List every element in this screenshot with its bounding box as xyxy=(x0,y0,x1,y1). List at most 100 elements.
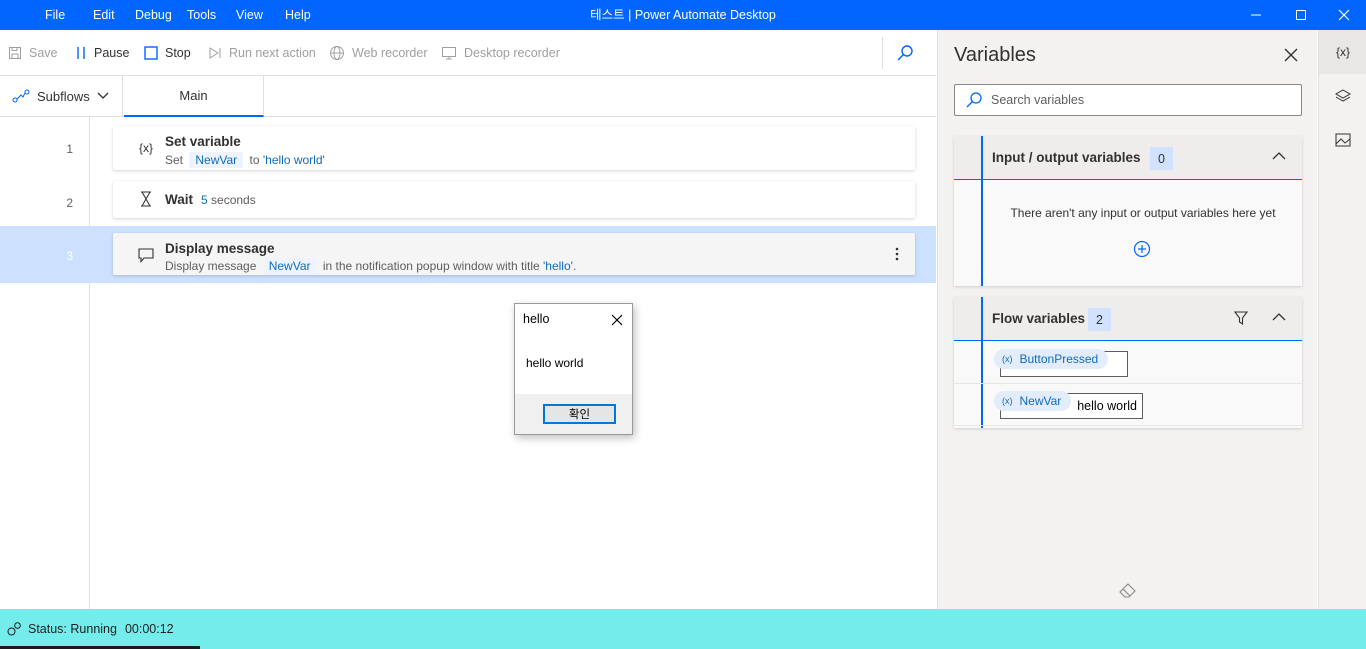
variable-icon: (x) xyxy=(1002,354,1013,364)
io-count-badge: 0 xyxy=(1150,147,1173,170)
desc-text: in the notification popup window with ti… xyxy=(322,259,540,273)
status-label: Status: Running xyxy=(28,622,117,636)
search-actions-button[interactable] xyxy=(896,30,914,75)
pause-button[interactable]: Pause xyxy=(75,30,129,75)
variable-icon: {x} xyxy=(138,141,153,155)
variable-icon: (x) xyxy=(1002,396,1013,406)
maximize-button[interactable] xyxy=(1279,0,1323,30)
layers-icon xyxy=(1335,89,1351,102)
save-button[interactable]: Save xyxy=(8,30,58,75)
value-text: 'hello world' xyxy=(262,153,325,167)
close-icon xyxy=(1284,48,1298,62)
search-icon xyxy=(897,44,913,60)
menu-tools[interactable]: Tools xyxy=(187,0,216,30)
variable-chip[interactable]: (x) NewVar xyxy=(994,391,1072,411)
action-description: Display message NewVar in the notificati… xyxy=(165,258,576,274)
variables-title: Variables xyxy=(954,44,1036,66)
subflows-dropdown[interactable]: Subflows xyxy=(0,76,123,116)
subflow-tabs: Subflows Main xyxy=(0,76,936,117)
minimize-button[interactable] xyxy=(1234,0,1278,30)
message-popup: hello hello world 확인 xyxy=(514,303,633,435)
image-icon xyxy=(1335,133,1351,147)
flow-section-label: Flow variables xyxy=(992,311,1086,326)
chevron-up-icon[interactable] xyxy=(1272,311,1286,325)
hourglass-icon xyxy=(137,190,155,208)
status-bar: Status: Running 00:00:12 xyxy=(0,609,1366,649)
search-variables-input[interactable]: Search variables xyxy=(954,84,1302,116)
popup-ok-button[interactable]: 확인 xyxy=(543,404,616,424)
action-description: 5 seconds xyxy=(201,193,256,207)
stop-button[interactable]: Stop xyxy=(144,30,191,75)
action-display-message[interactable]: Display message Display message NewVar i… xyxy=(113,233,915,275)
chevron-down-icon xyxy=(97,92,109,99)
web-recorder-label: Web recorder xyxy=(352,45,428,60)
action-description: Set NewVar to 'hello world' xyxy=(165,152,325,168)
status-timer: 00:00:12 xyxy=(124,622,174,636)
value-text: 'hello' xyxy=(543,259,573,273)
minimize-icon xyxy=(1251,14,1261,16)
io-variables-section: Input / output variables 0 There aren't … xyxy=(954,136,1302,286)
variable-chip: NewVar xyxy=(189,152,244,168)
ui-elements-rail-button[interactable] xyxy=(1319,74,1366,118)
filter-icon[interactable] xyxy=(1233,311,1249,328)
add-io-variable-button[interactable] xyxy=(1133,240,1151,261)
run-next-action-label: Run next action xyxy=(229,45,316,60)
monitor-icon xyxy=(442,46,456,59)
menu-file[interactable]: File xyxy=(45,0,65,30)
subflows-label: Subflows xyxy=(37,88,90,104)
variable-chip: NewVar xyxy=(262,258,317,274)
variable-name: ButtonPressed xyxy=(1019,352,1099,366)
eraser-icon[interactable] xyxy=(1119,583,1137,602)
pause-label: Pause xyxy=(94,45,130,60)
action-title: Display message xyxy=(165,241,275,256)
flow-variable-row[interactable]: (x) ButtonPressed xyxy=(954,342,1302,384)
save-icon xyxy=(9,46,21,59)
action-wait[interactable]: Wait 5 seconds xyxy=(113,181,915,218)
menu-debug[interactable]: Debug xyxy=(135,0,172,30)
toolbar: Save Pause Stop Run next action Web reco… xyxy=(0,30,936,76)
menu-view[interactable]: View xyxy=(236,0,263,30)
chevron-up-icon[interactable] xyxy=(1272,150,1286,164)
popup-close-button[interactable] xyxy=(608,311,626,329)
popup-title: hello xyxy=(523,312,550,326)
menu-help[interactable]: Help xyxy=(285,0,311,30)
tab-main-label: Main xyxy=(179,88,208,103)
running-gears-icon xyxy=(7,622,21,636)
flow-variables-section: Flow variables 2 (x) ButtonPressed hello… xyxy=(954,297,1302,428)
action-title: Wait xyxy=(165,192,193,207)
tab-main[interactable]: Main xyxy=(124,76,264,117)
stop-icon xyxy=(144,45,158,60)
desc-text: Display message xyxy=(165,259,257,273)
toolbar-divider xyxy=(882,37,883,69)
globe-icon xyxy=(330,45,344,60)
flow-designer: 1 2 3 {x} Set variable Set NewVar to 'he… xyxy=(0,117,936,609)
desktop-recorder-button[interactable]: Desktop recorder xyxy=(441,30,560,75)
desktop-recorder-label: Desktop recorder xyxy=(464,45,560,60)
close-icon xyxy=(1338,9,1350,21)
title-bar: File Edit Debug Tools View Help 테스트 | Po… xyxy=(0,0,1366,30)
variable-chip[interactable]: (x) ButtonPressed xyxy=(994,349,1109,369)
search-placeholder: Search variables xyxy=(991,93,1085,107)
desc-text: . xyxy=(572,259,577,273)
variables-rail-button[interactable]: {x} xyxy=(1319,30,1366,74)
web-recorder-button[interactable]: Web recorder xyxy=(329,30,428,75)
line-number: 2 xyxy=(66,196,73,210)
right-rail: {x} xyxy=(1318,30,1366,609)
variable-name: NewVar xyxy=(1019,394,1062,408)
more-options-icon[interactable] xyxy=(893,245,901,263)
run-next-action-button[interactable]: Run next action xyxy=(208,30,316,75)
io-section-label: Input / output variables xyxy=(992,150,1141,165)
maximize-icon xyxy=(1296,10,1306,20)
flow-variable-row[interactable]: hello world (x) NewVar xyxy=(954,384,1302,426)
add-circle-icon xyxy=(1133,240,1151,258)
io-empty-text: There aren't any input or output variabl… xyxy=(1010,206,1276,220)
action-title: Set variable xyxy=(165,134,241,149)
close-icon xyxy=(611,314,623,326)
images-rail-button[interactable] xyxy=(1319,118,1366,162)
line-gutter-divider xyxy=(89,117,90,609)
wait-count: 5 xyxy=(201,193,208,207)
action-set-variable[interactable]: {x} Set variable Set NewVar to 'hello wo… xyxy=(113,126,915,170)
menu-edit[interactable]: Edit xyxy=(93,0,115,30)
variables-close-button[interactable] xyxy=(1282,46,1300,64)
close-window-button[interactable] xyxy=(1322,0,1366,30)
